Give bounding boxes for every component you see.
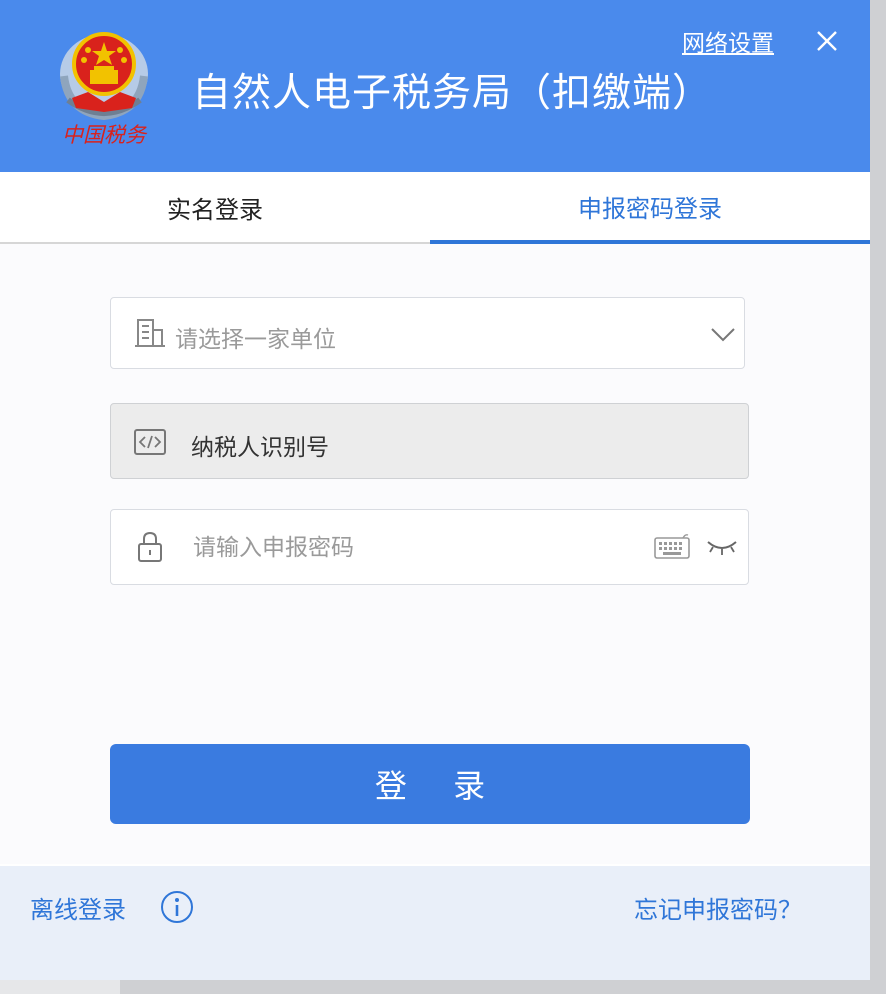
- taskbar-fragment: [0, 980, 120, 994]
- login-button[interactable]: 登 录: [110, 744, 750, 824]
- login-tabs: 实名登录 申报密码登录: [0, 172, 870, 244]
- chevron-down-icon: [711, 328, 735, 342]
- taxpayer-id-field: 纳税人识别号: [110, 403, 749, 479]
- tax-emblem-logo: 中国税务: [48, 16, 160, 156]
- tab-realname-login[interactable]: 实名登录: [0, 172, 430, 244]
- lock-icon: [138, 531, 162, 562]
- network-settings-link[interactable]: 网络设置: [682, 24, 774, 58]
- close-button[interactable]: [812, 26, 842, 56]
- offline-login-link[interactable]: 离线登录: [30, 890, 126, 925]
- password-input[interactable]: [191, 530, 635, 566]
- emblem-icon: 中国税务: [60, 32, 148, 147]
- keyboard-icon[interactable]: [653, 532, 691, 562]
- window-shadow-bottom: [0, 980, 886, 994]
- header-bar: 中国税务 自然人电子税务局（扣缴端） 网络设置: [0, 0, 870, 172]
- building-icon: [135, 319, 165, 347]
- close-icon: [817, 31, 837, 51]
- app-title: 自然人电子税务局（扣缴端）: [192, 71, 713, 116]
- unit-select[interactable]: 请选择一家单位: [110, 297, 745, 369]
- login-window: 中国税务 自然人电子税务局（扣缴端） 网络设置 实名登录 申报密码登录 请选择一…: [0, 0, 870, 980]
- forgot-password-link[interactable]: 忘记申报密码？: [634, 890, 802, 925]
- info-icon: [161, 891, 193, 923]
- unit-select-placeholder: 请选择一家单位: [175, 327, 336, 353]
- window-shadow-right: [870, 0, 886, 994]
- info-button[interactable]: [160, 890, 194, 924]
- code-icon: [134, 429, 166, 455]
- eye-closed-icon[interactable]: [705, 536, 739, 558]
- taxpayer-id-value: 纳税人识别号: [191, 435, 329, 461]
- tab-password-login[interactable]: 申报密码登录: [430, 172, 870, 244]
- svg-text:中国税务: 中国税务: [62, 123, 148, 147]
- password-field: [110, 509, 749, 585]
